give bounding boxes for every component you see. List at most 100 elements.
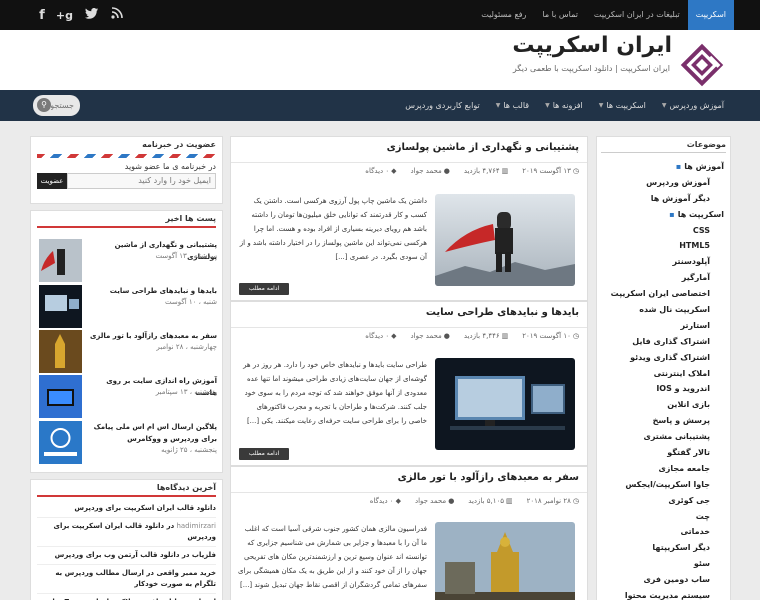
twitter-icon[interactable] [85, 7, 98, 23]
category-item[interactable]: اندروید و IOS [601, 381, 724, 397]
nav-wp-functions[interactable]: توابع کاربردی وردپرس [397, 90, 487, 121]
post-title-bar: سفر به معبدهای رازآلود با تور مالزی [231, 467, 587, 493]
category-item[interactable]: جامعه مجازی [601, 461, 724, 477]
comment-item[interactable]: دانلود قالب ایران اسکریپت برای وردپرس [31, 503, 222, 518]
site-title[interactable]: ایران اسکریپت [512, 33, 672, 58]
category-item[interactable]: آموزش وردپرس [601, 175, 724, 191]
recent-post-thumbnail[interactable] [39, 375, 82, 418]
top-nav-disclaimer[interactable]: رفع مسئولیت [473, 0, 534, 30]
recent-post-title[interactable]: سفر به معبدهای رازآلود با تور مالزی [87, 330, 217, 342]
nav-plugins[interactable]: افزونه ها ▼ [537, 90, 591, 121]
category-item[interactable]: آموزش ها [601, 159, 724, 175]
post-views-text: ۴,۴۴۶ بازدید [463, 332, 500, 340]
recent-post-thumbnail[interactable] [39, 330, 82, 373]
comments-list: دانلود قالب ایران اسکریپت برای وردپرس had… [31, 497, 222, 600]
main-nav: آموزش وردپرس ▼ اسکریپت ها ▼ افزونه ها ▼ قال… [0, 90, 760, 121]
category-item[interactable]: آمارگیر [601, 270, 724, 286]
category-item[interactable]: HTML5 [601, 238, 724, 254]
recent-post-item[interactable]: آموزش راه اندازی سایت بر روی هاست پنجشنب… [39, 375, 217, 418]
recent-post-thumbnail[interactable] [39, 285, 82, 328]
post-thumbnail[interactable] [435, 358, 575, 450]
category-item[interactable]: سیستم مدیریت محتوا [601, 588, 724, 600]
top-nav-ads[interactable]: تبلیغات در ایران اسکریپت [586, 0, 688, 30]
category-item[interactable]: چت [601, 509, 724, 525]
category-item[interactable]: بازی انلاین [601, 397, 724, 413]
post-title[interactable]: سفر به معبدهای رازآلود با تور مالزی [398, 472, 579, 483]
post-views: ▥ ۴,۷۶۴ بازدید [464, 167, 508, 175]
comment-text[interactable]: خرید ممبر واقعی در ارسال مطالب وردپرس به… [55, 569, 216, 588]
category-item[interactable]: سئو [601, 556, 724, 572]
category-item[interactable]: جی کوئری [601, 493, 724, 509]
category-item[interactable]: آپلودسنتر [601, 254, 724, 270]
recent-post-item[interactable]: بایدها و نبایدهای طراحی سایت شنبه ، ۱۰ آ… [39, 285, 217, 328]
category-item[interactable]: تالار گفتگو [601, 445, 724, 461]
recent-posts-title: پست ها اخیر [37, 211, 216, 228]
category-item[interactable]: اختصاصی ایران اسکریپت [601, 286, 724, 302]
category-item[interactable]: جاوا اسکریپت/ایجکس [601, 477, 724, 493]
top-nav-contact[interactable]: تماس با ما [534, 0, 586, 30]
nav-themes[interactable]: قالب ها ▼ [488, 90, 537, 121]
comment-item[interactable]: فلزیاب در دانلود قالب آرتمن وب برای وردپ… [31, 550, 222, 565]
category-item[interactable]: اسکریپت نال شده [601, 302, 724, 318]
category-item[interactable]: پرسش و پاسخ [601, 413, 724, 429]
recent-post-date: پنجشنبه ، ۲۵ ژانویه [161, 446, 217, 454]
category-item[interactable]: دیگر آموزش ها [601, 191, 724, 207]
nav-wordpress-tutorials[interactable]: آموزش وردپرس ▼ [654, 90, 732, 121]
recent-post-title[interactable]: پلاگین ارسال اس ام اس ملی پیامک برای ورد… [87, 421, 217, 445]
comment-author[interactable]: hadimirzari [176, 522, 216, 530]
post-title[interactable]: پشتیبانی و نگهداری از ماشین پولسازی [387, 142, 579, 153]
recent-post-item[interactable]: سفر به معبدهای رازآلود با تور مالزی چهار… [39, 330, 217, 373]
category-item[interactable]: استارتر [601, 318, 724, 334]
rss-icon[interactable] [111, 7, 123, 23]
post-thumbnail[interactable] [435, 194, 575, 286]
post-title[interactable]: بایدها و نبایدهای طراحی سایت [426, 307, 579, 318]
post-thumbnail[interactable] [435, 522, 575, 600]
nav-scripts[interactable]: اسکریپت ها ▼ [591, 90, 654, 121]
recent-comments-widget: آخرین دیدگاه‌ها دانلود قالب ایران اسکریپ… [30, 479, 223, 600]
nav-label: توابع کاربردی وردپرس [405, 101, 480, 110]
wordpress-logo-thumbnail[interactable] [39, 421, 82, 464]
read-more-button[interactable]: ادامه مطلب [239, 283, 289, 295]
recent-post-date: شنبه ، ۱۰ آگوست [165, 298, 217, 306]
category-item[interactable]: CSS [601, 223, 724, 239]
read-more-button[interactable]: ادامه مطلب [239, 448, 289, 460]
recent-post-thumbnail[interactable] [39, 239, 82, 282]
email-field[interactable] [67, 173, 216, 189]
comment-item[interactable]: hadimirzari در دانلود قالب ایران اسکریپت… [31, 521, 222, 547]
recent-post-item[interactable]: پلاگین ارسال اس ام اس ملی پیامک برای ورد… [39, 421, 217, 464]
search-icon[interactable]: ⚲ [37, 98, 51, 112]
category-item[interactable]: پشتیبانی مشتری [601, 429, 724, 445]
post-comments[interactable]: ◆ ۰ دیدگاه [365, 332, 396, 340]
post-comments[interactable]: ◆ ۰ دیدگاه [370, 497, 401, 505]
category-item[interactable]: دیگر اسکریپتها [601, 540, 724, 556]
categories-title: موضوعات [601, 137, 726, 153]
site-logo[interactable] [680, 43, 724, 87]
facebook-icon[interactable]: f [36, 8, 48, 23]
subscribe-button[interactable]: عضویت [37, 173, 67, 189]
category-item[interactable]: اسکریپت ها [601, 207, 724, 223]
post-views: ▥ ۵,۱۰۵ بازدید [468, 497, 512, 505]
post-date-text: ۱۳ آگوست ۲۰۱۹ [522, 167, 571, 175]
clock-icon: ◷ [572, 497, 579, 505]
comment-text[interactable]: دانلود قالب ایران اسکریپت برای وردپرس [74, 504, 216, 512]
category-item[interactable]: املاک اینترنتی [601, 366, 724, 382]
clock-icon: ◷ [572, 332, 579, 340]
category-item[interactable]: اشتراک گذاری ویدئو [601, 350, 724, 366]
post-author[interactable]: ● محمد جواد [415, 497, 454, 505]
recent-post-title[interactable]: بایدها و نبایدهای طراحی سایت [87, 285, 217, 297]
nav-label: آموزش وردپرس [669, 101, 724, 110]
comment-text[interactable]: فلزیاب در دانلود قالب آرتمن وب برای وردپ… [55, 551, 216, 559]
category-item[interactable]: اشتراک گذاری فایل [601, 334, 724, 350]
comment-item[interactable]: خرید ممبر واقعی در ارسال مطالب وردپرس به… [31, 568, 222, 594]
google-plus-icon[interactable]: g+ [56, 9, 73, 22]
top-nav-scripts[interactable]: اسکریپت [687, 0, 734, 30]
post-comments[interactable]: ◆ ۰ دیدگاه [365, 167, 396, 175]
post-author[interactable]: ● محمد جواد [411, 332, 450, 340]
category-item[interactable]: خدماتی [601, 524, 724, 540]
post-title-bar: پشتیبانی و نگهداری از ماشین پولسازی [231, 137, 587, 163]
post-card: سفر به معبدهای رازآلود با تور مالزی ◷ ۲۸ … [230, 466, 588, 600]
user-icon: ● [448, 497, 455, 505]
recent-post-item[interactable]: پشتیبانی و نگهداری از ماشین پولسازی سه‌ش… [39, 239, 217, 282]
post-author[interactable]: ● محمد جواد [411, 167, 450, 175]
category-item[interactable]: ساب دومین فری [601, 572, 724, 588]
